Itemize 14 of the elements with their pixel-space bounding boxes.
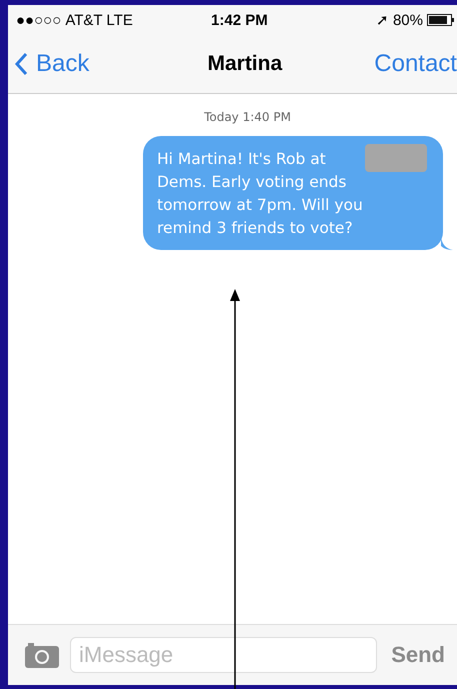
message-text: Hi Martina! It's Rob at Dems. Early voting ends tomorrow at 7pm. Will you remind 3 friends to vote? [157, 150, 363, 237]
contact-name: Martina [207, 52, 282, 76]
contact-button[interactable]: Contact [374, 50, 457, 78]
status-time: 1:42 PM [211, 12, 268, 28]
back-button[interactable]: Back [8, 50, 96, 78]
location-icon: ➚ [376, 11, 389, 29]
signal-strength: ●●○○○ [16, 12, 62, 28]
battery-percent: 80% [392, 12, 423, 28]
chevron-left-icon [14, 52, 28, 76]
carrier-label: AT&T LTE [65, 12, 133, 28]
send-button[interactable]: Send [387, 642, 449, 668]
camera-icon[interactable] [24, 641, 60, 669]
timestamp: Today 1:40 PM [204, 110, 291, 124]
message-input[interactable]: iMessage [70, 637, 378, 673]
